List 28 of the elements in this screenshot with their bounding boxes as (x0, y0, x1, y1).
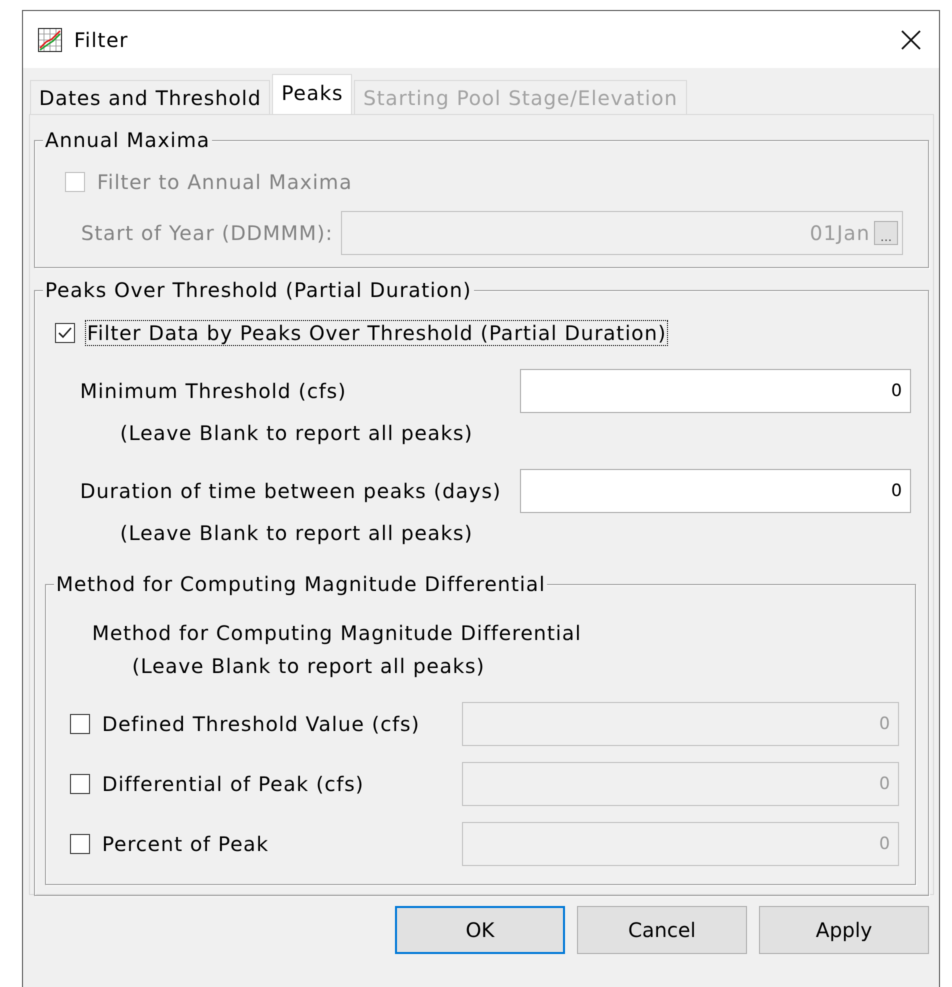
tab[interactable]: Dates and Threshold (30, 80, 270, 114)
checkbox-label: Filter to Annual Maxima (96, 169, 354, 195)
hint-text: (Leave Blank to report all peaks) (120, 521, 474, 545)
hint-text: (Leave Blank to report all peaks) (120, 421, 474, 445)
check-mark-icon (57, 325, 73, 341)
chart-icon (38, 28, 62, 52)
checkbox-label: Percent of Peak (101, 831, 270, 857)
checkbox-label: Differential of Peak (cfs) (101, 771, 366, 797)
hint-text: (Leave Blank to report all peaks) (132, 654, 486, 678)
tab: Starting Pool Stage/Elevation (354, 80, 687, 114)
dialog-button[interactable]: Cancel (577, 906, 747, 954)
field-value: 01Jan (810, 221, 870, 245)
checkbox-label: Defined Threshold Value (cfs) (101, 711, 421, 737)
number-input: 0 (462, 762, 899, 806)
number-input: 0 (462, 702, 899, 746)
section-heading: Method for Computing Magnitude Differential (92, 621, 582, 645)
window-title: Filter (74, 28, 130, 52)
checkbox[interactable] (55, 323, 75, 343)
dialog-button[interactable]: Apply (759, 906, 929, 954)
dialog-button[interactable]: OK (395, 906, 565, 954)
checkbox-label: Filter Data by Peaks Over Threshold (Partial Duration) (85, 320, 668, 346)
field-label: Minimum Threshold (cfs) (80, 379, 346, 403)
number-input: 0 (462, 822, 899, 866)
number-input[interactable]: 0 (520, 369, 911, 413)
number-input[interactable]: 0 (520, 469, 911, 513)
field-label: Duration of time between peaks (days) (80, 479, 502, 503)
tab[interactable]: Peaks (272, 74, 352, 114)
field-label: Start of Year (DDMMM): (81, 221, 334, 245)
